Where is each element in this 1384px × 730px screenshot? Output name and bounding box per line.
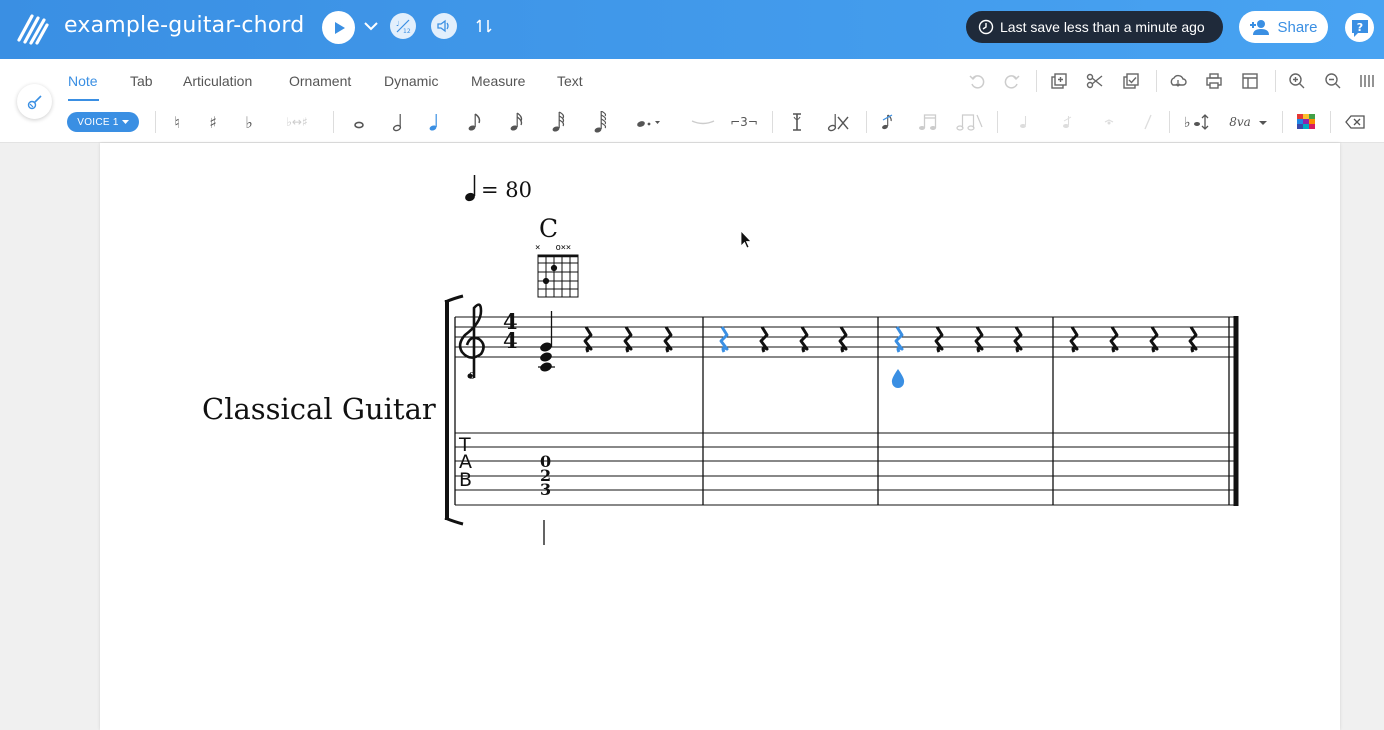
cursor-drop-icon (891, 369, 905, 388)
chord-diagram (537, 254, 579, 298)
tempo-quarter-note-icon (465, 175, 476, 202)
time-signature[interactable]: 4 4 (503, 311, 518, 353)
treble-clef-icon (458, 303, 485, 379)
tab-fret-string5[interactable]: 3 (540, 480, 551, 499)
tab-staff (455, 432, 1238, 506)
chord-string-markers: × o×× (535, 243, 571, 253)
tempo-value[interactable]: = 80 (481, 178, 532, 202)
standard-staff (455, 316, 1238, 358)
clef-octave-marker: 8 (469, 372, 475, 382)
bracket-top-curl (444, 294, 464, 304)
bracket-bottom-curl (444, 516, 464, 526)
chord-notes (538, 311, 555, 372)
score-notation (444, 175, 1239, 545)
time-signature-bottom: 4 (503, 328, 518, 353)
tab-clef: T A B (459, 434, 472, 491)
mouse-pointer-icon (740, 230, 752, 249)
quarter-rests (583, 326, 1198, 353)
instrument-name[interactable]: Classical Guitar (202, 392, 436, 426)
tab-clef-b: B (459, 469, 473, 491)
chord-symbol[interactable]: C (539, 214, 558, 243)
